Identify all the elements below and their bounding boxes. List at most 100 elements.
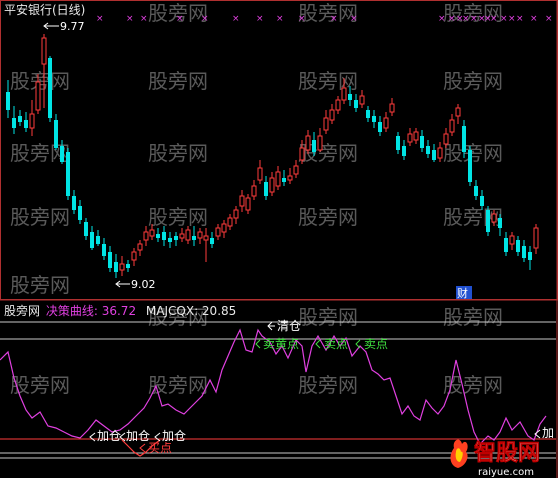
candle-body: [504, 238, 508, 252]
signal-x-mark: ×: [508, 14, 516, 24]
candle-body: [407, 133, 413, 143]
cai-badge-label: 财: [457, 286, 468, 300]
watermark-text: 股旁网: [10, 273, 70, 297]
candle-body: [66, 152, 70, 196]
candle-body: [215, 227, 221, 237]
candle-body: [348, 94, 352, 100]
candle-body: [102, 244, 106, 256]
signal-x-mark: ×: [470, 14, 478, 24]
candle-body: [372, 116, 376, 122]
stock-chart[interactable]: 股旁网 股旁网 股旁网股旁网 股旁网 股旁网 股旁网股旁网 股旁网 股旁网 股旁网股旁网 股旁网股…: [0, 0, 558, 478]
candle-body: [468, 150, 472, 182]
candle-body: [41, 37, 47, 65]
candle-body: [516, 240, 520, 252]
candle-body: [533, 227, 539, 249]
signal-maidian-2: 卖点: [364, 337, 389, 351]
candle-body: [119, 263, 125, 271]
candle-body: [60, 146, 64, 162]
candle-body: [498, 218, 502, 228]
signal-maidian-red: 买点: [148, 441, 173, 455]
candle-body: [239, 195, 245, 207]
signal-jiacang-4: 加: [542, 426, 555, 440]
candle-body: [335, 99, 341, 111]
watermark-text: 股旁网: [148, 205, 208, 229]
legend-name: 股旁网: [4, 304, 41, 318]
candle-body: [317, 135, 323, 151]
low-marker: 9.02: [115, 278, 156, 291]
majcqx-colon: :: [194, 304, 202, 318]
watermark-text: 股旁网: [443, 373, 503, 397]
candle-body: [84, 222, 88, 236]
candle-body: [359, 95, 365, 105]
candle-body: [312, 140, 316, 152]
candle-body: [462, 126, 466, 152]
candle-body: [203, 235, 209, 241]
candle-body: [48, 58, 52, 118]
signal-maihuangdian: 卖黄点: [263, 337, 300, 351]
signal-x-mark: ×: [201, 14, 209, 24]
watermark-text: 股旁网: [443, 305, 503, 329]
watermark-text: 股旁网: [298, 373, 358, 397]
chart-title: 平安银行(日线): [4, 3, 86, 17]
candle-body: [341, 87, 347, 101]
watermark-text: 股旁网: [298, 305, 358, 329]
candle-body: [221, 223, 227, 233]
candle-body: [378, 122, 382, 132]
candle-body: [354, 100, 358, 108]
candle-body: [245, 197, 251, 211]
candle-body: [6, 92, 10, 110]
high-value-label: 9.77: [60, 20, 85, 33]
candle-body: [227, 217, 233, 227]
logo-subtext: raiyue.com: [478, 467, 534, 478]
candle-body: [437, 147, 443, 159]
signal-x-mark: ×: [256, 14, 264, 24]
candle-body: [156, 234, 160, 238]
candle-body: [420, 136, 424, 148]
watermark-text: 股旁网: [443, 141, 503, 165]
indicator-legend: 股旁网 决策曲线: 36.72 MAJCQX: 20.85: [4, 304, 236, 318]
candle-body: [449, 119, 455, 133]
candle-body: [174, 236, 178, 240]
candle-body: [287, 175, 293, 181]
candle-body: [233, 209, 239, 219]
logo: 智股网 raiyue.com: [450, 439, 540, 478]
candle-body: [366, 110, 370, 118]
high-marker: 9.77: [43, 20, 85, 33]
signal-x-mark: ×: [500, 14, 508, 24]
signal-x-mark: ×: [140, 14, 148, 24]
candle-body: [108, 252, 112, 268]
candle-body: [197, 231, 203, 239]
candle-body: [269, 177, 275, 193]
candle-body: [413, 131, 419, 141]
watermark-text: 股旁网: [298, 1, 358, 25]
candle-body: [486, 210, 490, 232]
signal-maidian-1: 卖点: [324, 337, 349, 351]
candle-body: [509, 235, 515, 245]
signal-x-mark: ×: [530, 14, 538, 24]
candle-body: [528, 252, 532, 260]
candle-body: [383, 117, 389, 129]
signal-qingcang: 清仓: [277, 319, 302, 333]
candle-body: [114, 262, 118, 272]
signal-x-mark: ×: [545, 14, 553, 24]
candle-body: [192, 236, 196, 240]
candle-body: [131, 251, 137, 261]
signal-x-mark: ×: [516, 14, 524, 24]
watermark-text: 股旁网: [148, 141, 208, 165]
candle-body: [149, 229, 155, 237]
signal-x-mark: ×: [490, 14, 498, 24]
candle-body: [275, 171, 281, 187]
candle-body: [522, 246, 526, 258]
watermark-text: 股旁网: [10, 205, 70, 229]
candle-body: [432, 150, 436, 160]
signal-x-mark: ×: [330, 14, 338, 24]
signal-x-mark: ×: [176, 14, 184, 24]
candle-body: [24, 120, 28, 128]
signal-x-mark: ×: [232, 14, 240, 24]
watermark-text: 股旁网: [148, 373, 208, 397]
juece-label: 决策曲线: [45, 304, 94, 318]
candle-body: [305, 135, 311, 151]
watermark-text: 股旁网: [148, 69, 208, 93]
candle-body: [54, 120, 58, 148]
candle-body: [426, 146, 430, 154]
